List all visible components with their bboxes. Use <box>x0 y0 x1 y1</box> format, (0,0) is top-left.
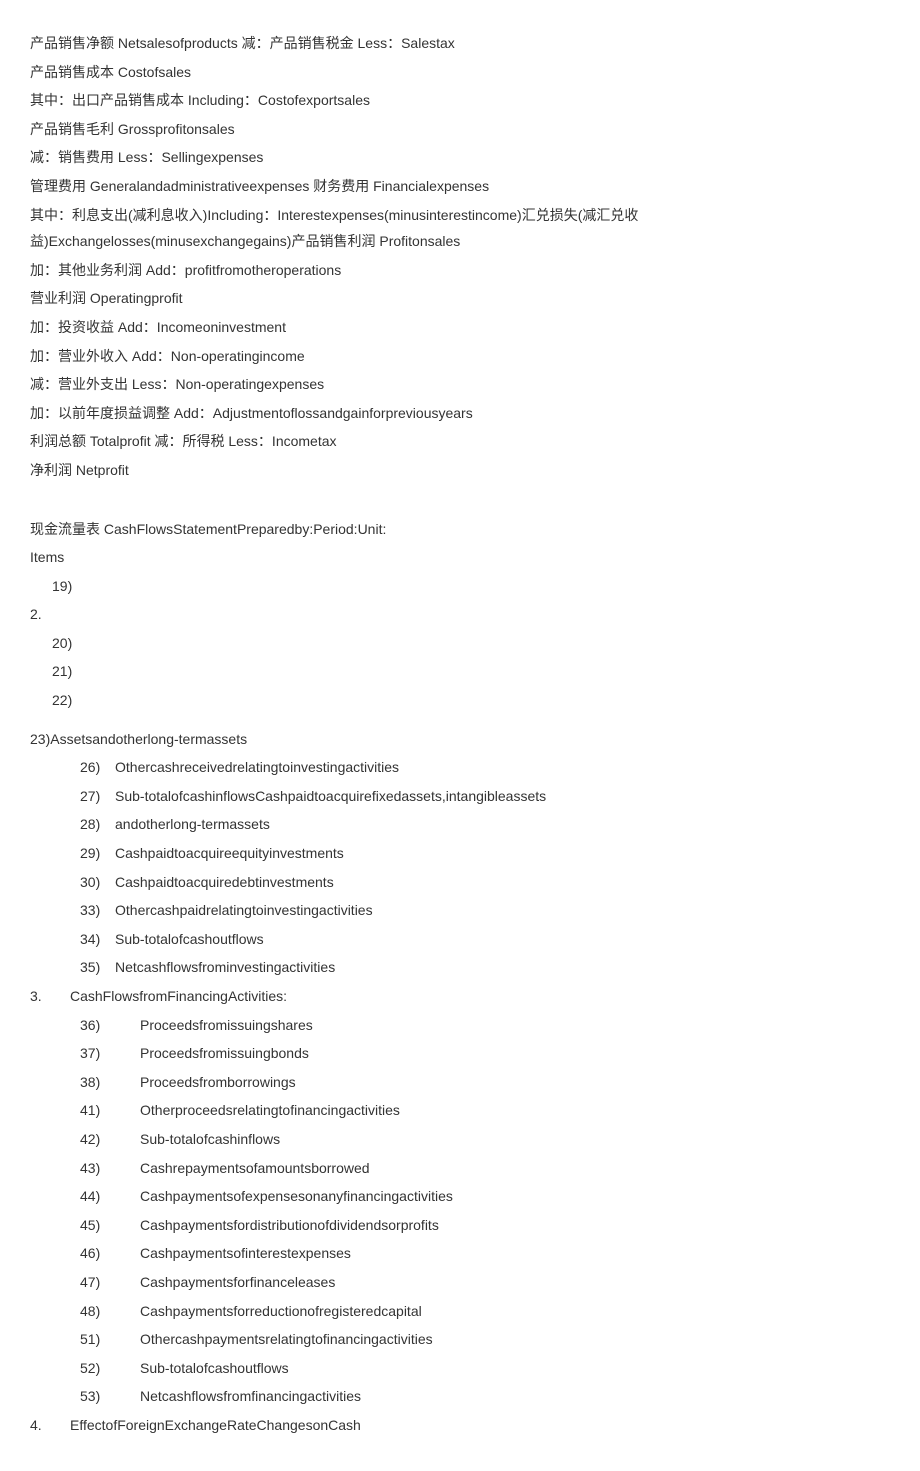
item-number: 29) <box>80 840 115 867</box>
item-number: 33) <box>80 897 115 924</box>
item-number: 46) <box>80 1240 140 1267</box>
item-number: 28) <box>80 811 115 838</box>
income-line: 加：以前年度损益调整 Add：Adjustmentoflossandgainfo… <box>30 400 890 427</box>
list-item: 52)Sub-totalofcashoutflows <box>30 1355 890 1382</box>
item-text: Sub-totalofcashinflows <box>140 1126 280 1153</box>
item-number: 26) <box>80 754 115 781</box>
item-text: Cashpaymentsforreductionofregisteredcapi… <box>140 1298 422 1325</box>
item-text: Otherproceedsrelatingtofinancingactiviti… <box>140 1097 400 1124</box>
income-line: 利润总额 Totalprofit 减：所得税 Less：Incometax <box>30 428 890 455</box>
list-item: 38)Proceedsfromborrowings <box>30 1069 890 1096</box>
document-body: 产品销售净额 Netsalesofproducts 减：产品销售税金 Less：… <box>30 30 890 1439</box>
list-item: 36)Proceedsfromissuingshares <box>30 1012 890 1039</box>
income-line: 产品销售毛利 Grossprofitonsales <box>30 116 890 143</box>
item-text: Proceedsfromissuingbonds <box>140 1040 309 1067</box>
item-text: Cashrepaymentsofamountsborrowed <box>140 1155 370 1182</box>
item-number: 27) <box>80 783 115 810</box>
list-item: 45)Cashpaymentsfordistributionofdividend… <box>30 1212 890 1239</box>
list-item: 22) <box>30 687 890 714</box>
item-text: Sub-totalofcashinflowsCashpaidtoacquiref… <box>115 783 546 810</box>
item-text: Cashpaymentsofinterestexpenses <box>140 1240 351 1267</box>
section-number: 3. <box>30 983 70 1010</box>
list-item: 41)Otherproceedsrelatingtofinancingactiv… <box>30 1097 890 1124</box>
item-text: Othercashreceivedrelatingtoinvestingacti… <box>115 754 399 781</box>
section-header: 3.CashFlowsfromFinancingActivities: <box>30 983 890 1010</box>
items-label: Items <box>30 544 890 571</box>
list-item: 19) <box>30 573 890 600</box>
section-title: EffectofForeignExchangeRateChangesonCash <box>70 1412 361 1439</box>
list-item: 47)Cashpaymentsforfinanceleases <box>30 1269 890 1296</box>
item-text: andotherlong-termassets <box>115 811 270 838</box>
income-line: 减：营业外支出 Less：Non-operatingexpenses <box>30 371 890 398</box>
item-text: Othercashpaymentsrelatingtofinancingacti… <box>140 1326 433 1353</box>
item-text: Cashpaymentsofexpensesonanyfinancingacti… <box>140 1183 453 1210</box>
item-text: Cashpaymentsfordistributionofdividendsor… <box>140 1212 439 1239</box>
list-item: 34)Sub-totalofcashoutflows <box>30 926 890 953</box>
section-number: 2. <box>30 601 890 628</box>
list-item: 21) <box>30 658 890 685</box>
item-number: 45) <box>80 1212 140 1239</box>
list-item: 26)Othercashreceivedrelatingtoinvestinga… <box>30 754 890 781</box>
section-header: 4.EffectofForeignExchangeRateChangesonCa… <box>30 1412 890 1439</box>
item-number: 34) <box>80 926 115 953</box>
item-number: 36) <box>80 1012 140 1039</box>
list-item: 20) <box>30 630 890 657</box>
section-title: CashFlowsfromFinancingActivities: <box>70 983 287 1010</box>
item-number: 44) <box>80 1183 140 1210</box>
item-text: Sub-totalofcashoutflows <box>115 926 264 953</box>
item-text: Cashpaidtoacquireequityinvestments <box>115 840 344 867</box>
list-item: 28)andotherlong-termassets <box>30 811 890 838</box>
item-text: Sub-totalofcashoutflows <box>140 1355 289 1382</box>
section-number: 4. <box>30 1412 70 1439</box>
income-line: 产品销售成本 Costofsales <box>30 59 890 86</box>
income-line: 净利润 Netprofit <box>30 457 890 484</box>
list-item: 44)Cashpaymentsofexpensesonanyfinancinga… <box>30 1183 890 1210</box>
item-number: 47) <box>80 1269 140 1296</box>
income-line: 减：销售费用 Less：Sellingexpenses <box>30 144 890 171</box>
item-number: 37) <box>80 1040 140 1067</box>
item-text: Cashpaymentsforfinanceleases <box>140 1269 335 1296</box>
income-line: 产品销售净额 Netsalesofproducts 减：产品销售税金 Less：… <box>30 30 890 57</box>
item-text: Othercashpaidrelatingtoinvestingactiviti… <box>115 897 373 924</box>
income-line: 营业利润 Operatingprofit <box>30 285 890 312</box>
list-item: 46)Cashpaymentsofinterestexpenses <box>30 1240 890 1267</box>
item-number: 51) <box>80 1326 140 1353</box>
item-number: 38) <box>80 1069 140 1096</box>
list-item: 48)Cashpaymentsforreductionofregisteredc… <box>30 1298 890 1325</box>
item-text: Netcashflowsfrominvestingactivities <box>115 954 335 981</box>
list-item: 42)Sub-totalofcashinflows <box>30 1126 890 1153</box>
income-line: 加：其他业务利润 Add：profitfromotheroperations <box>30 257 890 284</box>
list-item: 27)Sub-totalofcashinflowsCashpaidtoacqui… <box>30 783 890 810</box>
list-item: 35)Netcashflowsfrominvestingactivities <box>30 954 890 981</box>
income-line: 管理费用 Generalandadministrativeexpenses 财务… <box>30 173 890 200</box>
income-line: 其中：利息支出(减利息收入)Including：Interestexpenses… <box>30 202 890 255</box>
item-text: Proceedsfromissuingshares <box>140 1012 313 1039</box>
item-number: 42) <box>80 1126 140 1153</box>
cash-flow-section: 现金流量表 CashFlowsStatementPreparedby:Perio… <box>30 516 890 1439</box>
list-item: 30)Cashpaidtoacquiredebtinvestments <box>30 869 890 896</box>
item-number: 41) <box>80 1097 140 1124</box>
income-statement-section: 产品销售净额 Netsalesofproducts 减：产品销售税金 Less：… <box>30 30 890 484</box>
item-text: Cashpaidtoacquiredebtinvestments <box>115 869 334 896</box>
list-item: 29)Cashpaidtoacquireequityinvestments <box>30 840 890 867</box>
list-item: 23)Assetsandotherlong-termassets <box>30 726 890 753</box>
list-item: 33)Othercashpaidrelatingtoinvestingactiv… <box>30 897 890 924</box>
item-number: 43) <box>80 1155 140 1182</box>
item-number: 30) <box>80 869 115 896</box>
list-item: 51)Othercashpaymentsrelatingtofinancinga… <box>30 1326 890 1353</box>
item-text: Netcashflowsfromfinancingactivities <box>140 1383 361 1410</box>
income-line: 加：投资收益 Add：Incomeoninvestment <box>30 314 890 341</box>
income-line: 加：营业外收入 Add：Non-operatingincome <box>30 343 890 370</box>
list-item: 43)Cashrepaymentsofamountsborrowed <box>30 1155 890 1182</box>
income-line: 其中：出口产品销售成本 Including：Costofexportsales <box>30 87 890 114</box>
list-item: 53)Netcashflowsfromfinancingactivities <box>30 1383 890 1410</box>
item-number: 48) <box>80 1298 140 1325</box>
item-number: 53) <box>80 1383 140 1410</box>
item-number: 35) <box>80 954 115 981</box>
item-text: Proceedsfromborrowings <box>140 1069 296 1096</box>
item-number: 52) <box>80 1355 140 1382</box>
cfs-header: 现金流量表 CashFlowsStatementPreparedby:Perio… <box>30 516 890 543</box>
list-item: 37)Proceedsfromissuingbonds <box>30 1040 890 1067</box>
